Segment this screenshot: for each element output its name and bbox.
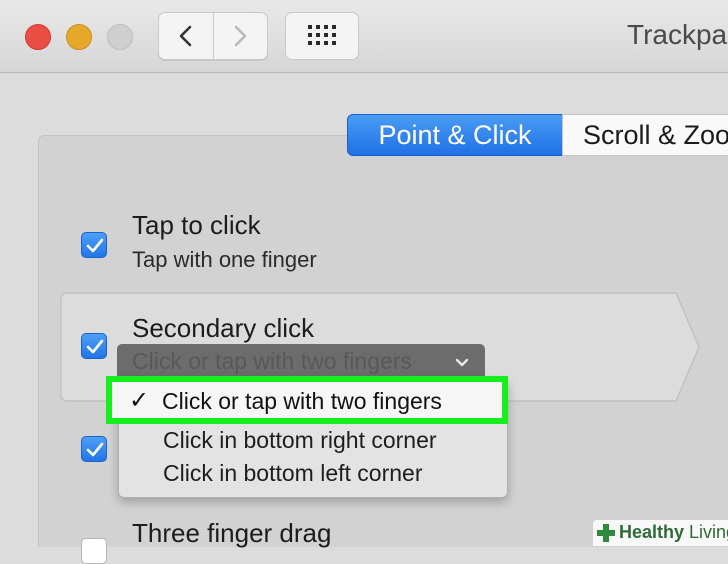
checkmark-icon [86, 339, 104, 354]
secondary-click-label: Secondary click [132, 313, 315, 343]
checkmark-icon: ✓ [129, 387, 150, 414]
watermark-text-2: Living [689, 522, 728, 542]
three-finger-drag-checkbox[interactable] [81, 538, 107, 564]
tab-scroll-and-zoom[interactable]: Scroll & Zoo [562, 114, 728, 156]
minimize-button[interactable] [66, 24, 92, 50]
cross-icon [597, 524, 615, 542]
back-button[interactable] [159, 13, 214, 59]
menu-item-bottom-right-corner[interactable]: Click in bottom right corner [163, 427, 437, 454]
tap-to-click-checkbox[interactable] [81, 232, 107, 258]
tap-to-click-label: Tap to click [132, 210, 261, 240]
chevron-down-icon [455, 358, 469, 367]
zoom-button[interactable] [107, 24, 133, 50]
checkmark-icon [86, 442, 104, 457]
menu-item-two-fingers[interactable]: ✓ Click or tap with two fingers [106, 376, 508, 424]
option-3-checkbox[interactable] [81, 436, 107, 462]
chevron-left-icon [179, 25, 192, 47]
secondary-click-checkbox[interactable] [81, 333, 107, 359]
chevron-right-icon [234, 25, 247, 47]
three-finger-drag-label: Three finger drag [132, 518, 332, 548]
title-bar: Trackpa [0, 0, 728, 73]
secondary-click-popup-button[interactable]: Click or tap with two fingers [117, 344, 485, 380]
grid-icon [308, 25, 336, 45]
tap-to-click-subtitle: Tap with one finger [132, 247, 317, 272]
menu-item-bottom-left-corner[interactable]: Click in bottom left corner [163, 460, 422, 487]
window-title: Trackpa [627, 19, 728, 50]
watermark-text-1: Healthy [619, 522, 685, 542]
show-all-button[interactable] [285, 12, 359, 60]
close-button[interactable] [25, 24, 51, 50]
watermark: Healthy Living [593, 520, 728, 546]
tab-point-and-click[interactable]: Point & Click [347, 114, 563, 156]
checkmark-icon [86, 238, 104, 253]
menu-item-two-fingers-label: Click or tap with two fingers [162, 388, 442, 414]
navigation-group [158, 12, 268, 60]
forward-button[interactable] [213, 13, 267, 59]
secondary-click-selected-value: Click or tap with two fingers [132, 348, 412, 374]
